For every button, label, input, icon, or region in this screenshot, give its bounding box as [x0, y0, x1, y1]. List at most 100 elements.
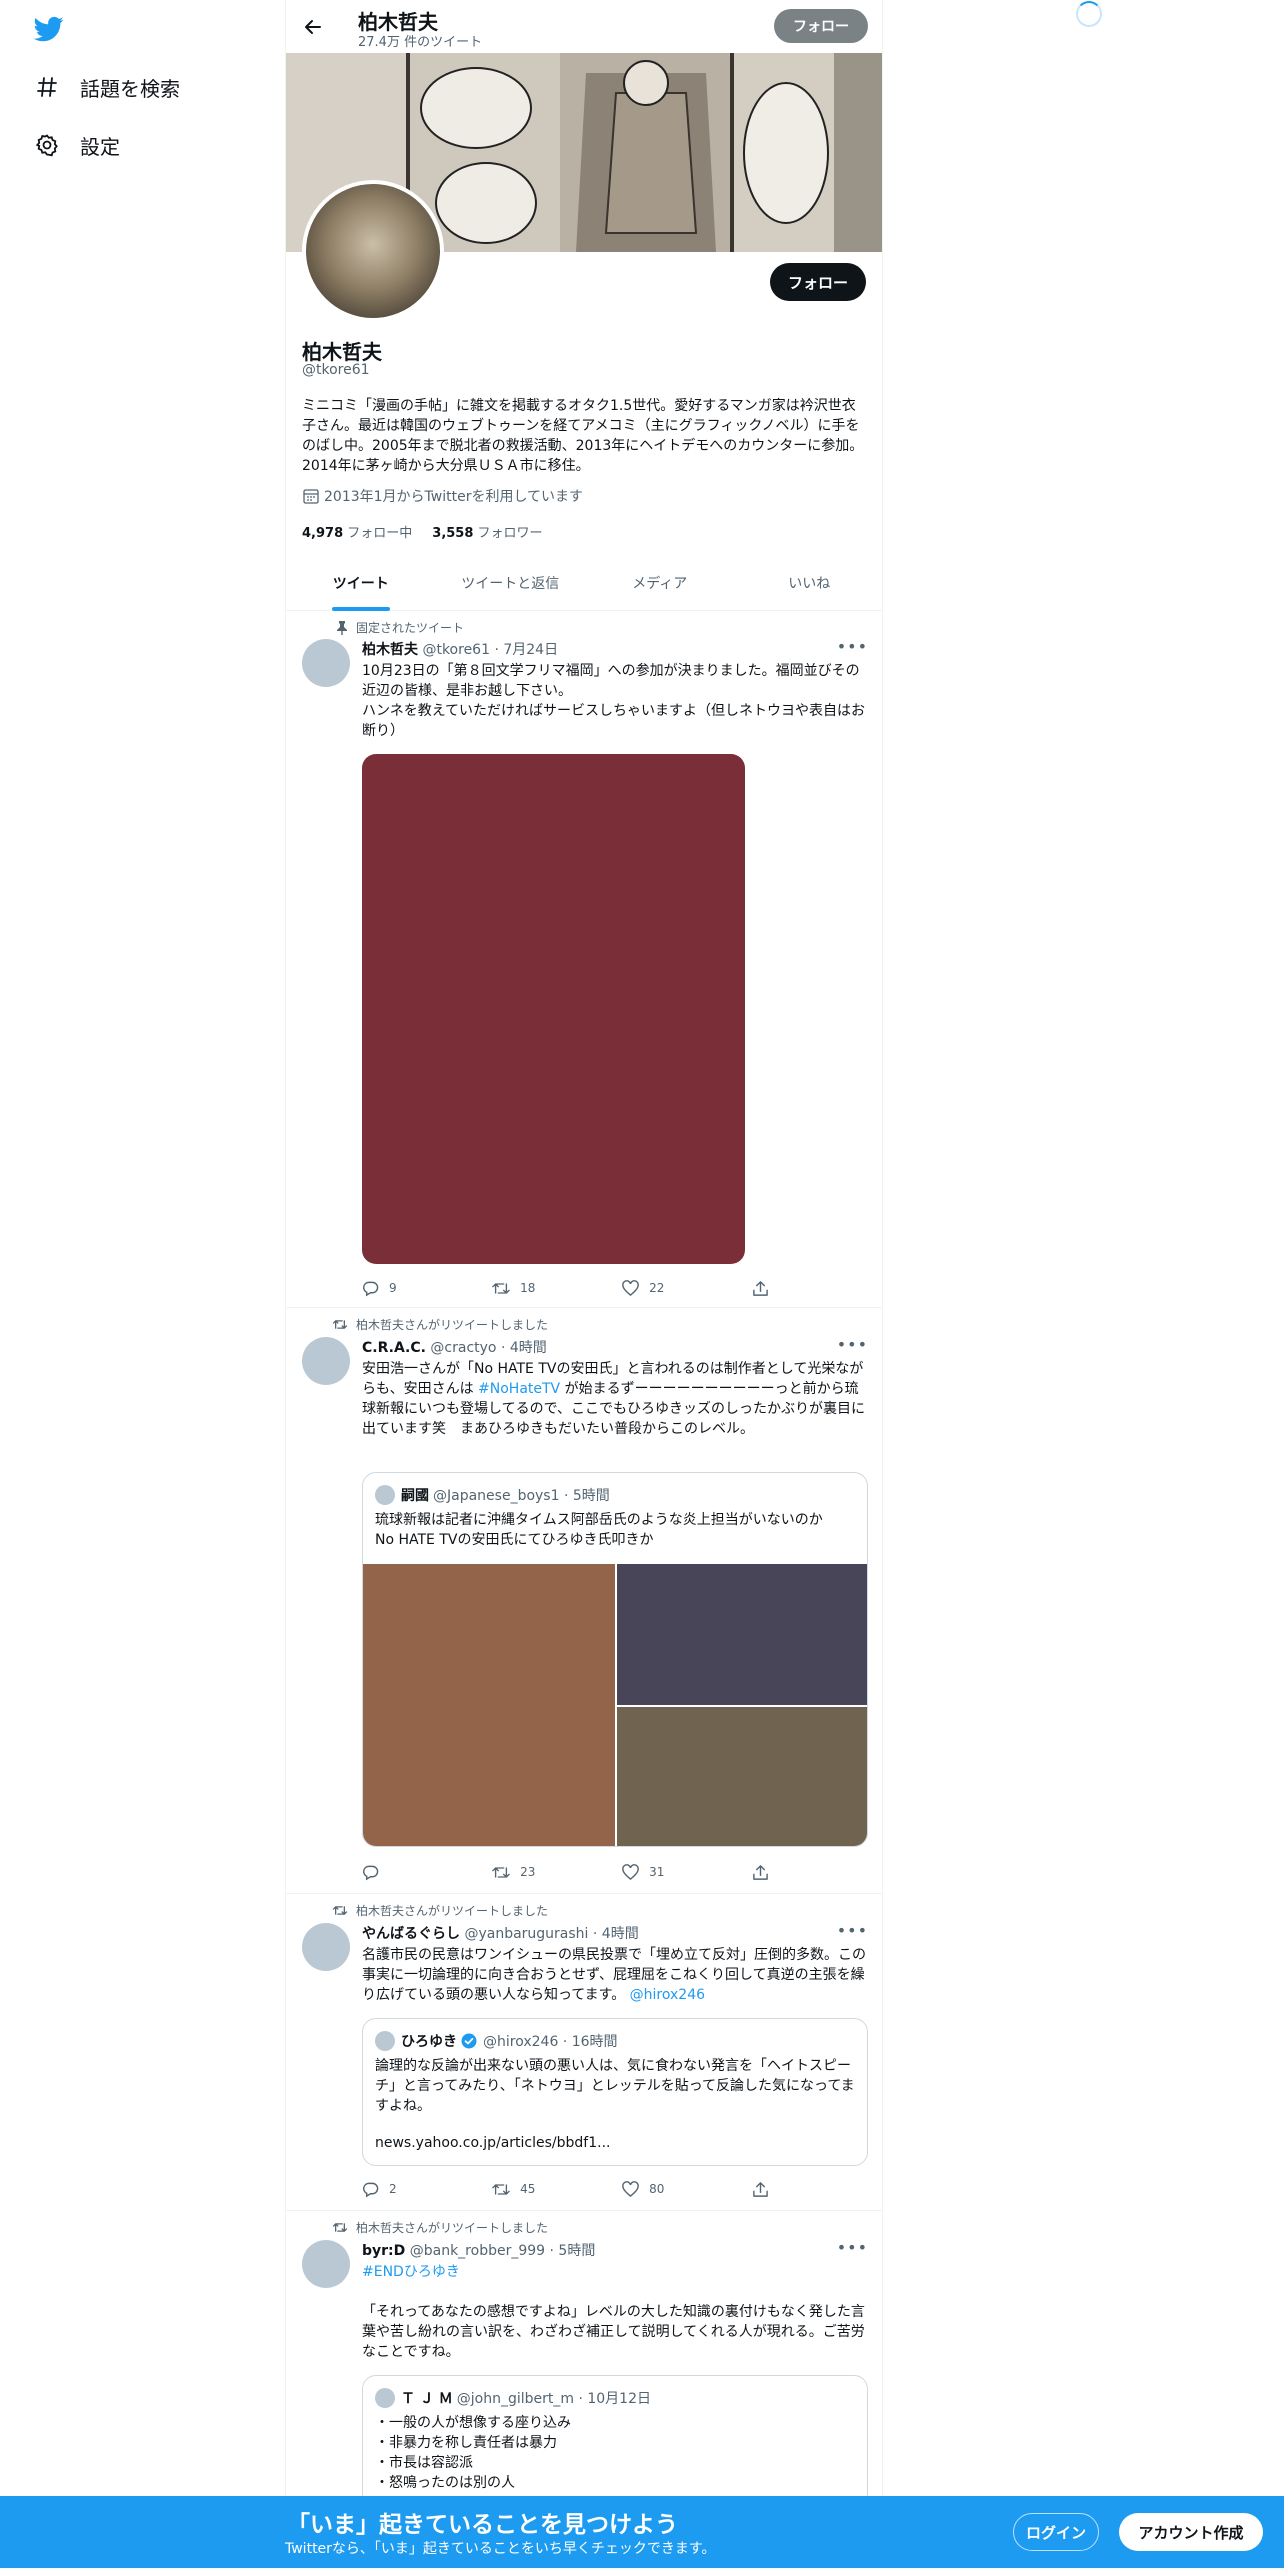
- tweet-text: 「それってあなたの感想ですよね」レベルの大した知識の裏付けもなく発した言葉や苦し…: [362, 2304, 865, 2360]
- profile-joined-date: 2013年1月からTwitterを利用しています: [302, 486, 583, 506]
- quote-avatar: [375, 1485, 395, 1505]
- quote-text: 論理的な反論が出来ない頭の悪い人は、気に食わない発言を「ヘイトスピーチ」と言って…: [375, 2058, 855, 2114]
- quote-line: ・一般の人が想像する座り込み: [375, 2415, 571, 2431]
- more-options-icon[interactable]: •••: [837, 2238, 868, 2257]
- tweet-text: 10月23日の「第８回文学フリマ福岡」への参加が決まりました。福岡並びその近辺の…: [362, 663, 866, 739]
- tweet-text: 名護市民の民意はワンイシューの県民投票で「埋め立て反対」圧倒的多数。この事実に一…: [362, 1947, 866, 2003]
- like-button[interactable]: 80: [622, 2179, 752, 2199]
- signup-banner-title: 「いま」起きていることを見つけよう: [287, 2512, 678, 2538]
- tab-media[interactable]: メディア: [585, 556, 735, 610]
- followers-link[interactable]: 3,558 フォロワー: [432, 526, 542, 541]
- tweet-retweet[interactable]: 柏木哲夫さんがリツイートしました C.R.A.C. @cractyo · 4時間…: [286, 1308, 882, 1894]
- quote-text: 琉球新報は記者に沖縄タイムス阿部岳氏のような炎上担当がいないのか No HATE…: [375, 1512, 823, 1548]
- quote-avatar: [375, 2388, 395, 2408]
- signup-banner-subtitle: Twitterなら、「いま」起きていることをいち早くチェックできます。: [285, 2541, 716, 2557]
- pinned-label: 固定されたツイート: [332, 619, 464, 636]
- reply-button[interactable]: 2: [362, 2179, 492, 2199]
- hashtag-icon: [34, 74, 60, 100]
- tweet-header: やんばるぐらし @yanbarugurashi · 4時間: [362, 1923, 639, 1943]
- tweet-pinned[interactable]: 固定されたツイート 柏木哲夫 @tkore61 · 7月24日 ••• 10月2…: [286, 611, 882, 1308]
- following-link[interactable]: 4,978 フォロー中: [302, 526, 412, 541]
- gear-icon: [34, 132, 60, 158]
- retweet-icon: [332, 2221, 348, 2235]
- joined-label: 2013年1月からTwitterを利用しています: [324, 489, 584, 505]
- login-button[interactable]: ログイン: [1013, 2513, 1099, 2551]
- header-follow-button[interactable]: フォロー: [774, 9, 868, 43]
- more-options-icon[interactable]: •••: [837, 637, 868, 656]
- like-button[interactable]: 22: [622, 1278, 752, 1298]
- tab-likes[interactable]: いいね: [735, 556, 883, 610]
- profile-avatar[interactable]: [302, 180, 444, 322]
- share-icon[interactable]: [752, 2179, 782, 2199]
- tweet-author-name[interactable]: byr:D: [362, 2243, 405, 2259]
- tweet-author-name[interactable]: やんばるぐらし: [362, 1926, 460, 1942]
- profile-timeline: 柏木哲夫 27.4万 件のツイート フォロー フォロー 柏木哲夫 @tkore6…: [285, 0, 883, 2568]
- tweet-avatar[interactable]: [302, 639, 350, 687]
- profile-name: 柏木哲夫: [302, 340, 382, 364]
- share-icon[interactable]: [752, 1862, 782, 1882]
- retweet-button[interactable]: 18: [492, 1278, 622, 1298]
- tweet-retweet[interactable]: 柏木哲夫さんがリツイートしました やんばるぐらし @yanbarugurashi…: [286, 1894, 882, 2211]
- more-options-icon[interactable]: •••: [837, 1921, 868, 1940]
- retweet-button[interactable]: 23: [492, 1862, 622, 1882]
- quote-header: ひろゆき @hirox246 · 16時間: [375, 2031, 618, 2051]
- profile-header-bar: 柏木哲夫 27.4万 件のツイート フォロー: [286, 0, 882, 53]
- signup-banner: 「いま」起きていることを見つけよう Twitterなら、「いま」起きていることを…: [0, 2496, 1284, 2568]
- back-arrow-icon[interactable]: [298, 12, 328, 42]
- mention-link[interactable]: @hirox246: [630, 1987, 705, 2003]
- tweet-handle-time[interactable]: @tkore61 · 7月24日: [422, 642, 558, 658]
- tab-tweets-and-replies[interactable]: ツイートと返信: [436, 556, 586, 610]
- signup-button[interactable]: アカウント作成: [1119, 2513, 1263, 2551]
- loading-spinner: [1076, 1, 1102, 27]
- tweet-author-name[interactable]: 柏木哲夫: [362, 642, 418, 658]
- tab-tweets[interactable]: ツイート: [286, 556, 436, 610]
- quote-link-text[interactable]: news.yahoo.co.jp/articles/bbdf1...: [375, 2133, 859, 2153]
- reply-button[interactable]: [362, 1862, 492, 1882]
- quote-avatar: [375, 2031, 395, 2051]
- quote-line: ・市長は容認派: [375, 2455, 473, 2471]
- like-button[interactable]: 31: [622, 1862, 752, 1882]
- tweet-media-image[interactable]: [362, 754, 745, 1264]
- retweet-icon: [332, 1318, 348, 1332]
- retweet-context: 柏木哲夫さんがリツイートしました: [332, 2219, 548, 2236]
- retweet-button[interactable]: 45: [492, 2179, 622, 2199]
- profile-stats: 4,978 フォロー中 3,558 フォロワー: [302, 522, 543, 541]
- quote-line: ・非暴力を称し責任者は暴力: [375, 2435, 557, 2451]
- tweet-author-name[interactable]: C.R.A.C.: [362, 1340, 426, 1356]
- tweet-actions: 9 18 22: [362, 1278, 782, 1298]
- quote-line: ・怒鳴ったのは別の人: [375, 2475, 515, 2491]
- tweet-handle-time[interactable]: @yanbarugurashi · 4時間: [464, 1926, 638, 1942]
- sidebar-item-label: 設定: [80, 134, 120, 159]
- tweet-handle-time[interactable]: @cractyo · 4時間: [430, 1340, 546, 1356]
- reply-button[interactable]: 9: [362, 1278, 492, 1298]
- more-options-icon[interactable]: •••: [837, 1335, 868, 1354]
- tweet-header: 柏木哲夫 @tkore61 · 7月24日: [362, 639, 558, 659]
- sidebar-item-explore[interactable]: 話題を検索: [34, 62, 180, 112]
- quote-media-image-2[interactable]: [617, 1564, 867, 1705]
- quoted-tweet[interactable]: ひろゆき @hirox246 · 16時間 論理的な反論が出来ない頭の悪い人は、気…: [362, 2018, 868, 2166]
- tweet-avatar[interactable]: [302, 1923, 350, 1971]
- calendar-icon: [302, 487, 320, 505]
- twitter-logo-icon[interactable]: [32, 14, 66, 44]
- quoted-tweet[interactable]: 嗣國 @Japanese_boys1 · 5時間 琉球新報は記者に沖縄タイムス阿部…: [362, 1472, 868, 1847]
- sidebar-item-settings[interactable]: 設定: [34, 120, 120, 170]
- retweet-context: 柏木哲夫さんがリツイートしました: [332, 1316, 548, 1333]
- hashtag-link[interactable]: #ENDひろゆき: [362, 2262, 868, 2282]
- follow-button[interactable]: フォロー: [770, 263, 866, 301]
- quote-media-image-1[interactable]: [363, 1564, 615, 1846]
- tweet-actions: 23 31: [362, 1862, 782, 1882]
- tweet-actions: 2 45 80: [362, 2179, 782, 2199]
- left-sidebar: 話題を検索 設定: [0, 0, 284, 2568]
- quote-header: 嗣國 @Japanese_boys1 · 5時間: [375, 1485, 610, 1505]
- tweet-avatar[interactable]: [302, 1337, 350, 1385]
- avatar-image: [306, 184, 440, 318]
- quote-media-image-3[interactable]: [617, 1707, 867, 1846]
- tweet-avatar[interactable]: [302, 2240, 350, 2288]
- verified-badge-icon: [461, 2033, 477, 2049]
- pin-icon: [332, 620, 348, 635]
- hashtag-link[interactable]: #NoHateTV: [478, 1381, 560, 1397]
- tweet-header: byr:D @bank_robber_999 · 5時間: [362, 2240, 595, 2260]
- tweet-handle-time[interactable]: @bank_robber_999 · 5時間: [410, 2243, 596, 2259]
- share-icon[interactable]: [752, 1278, 782, 1298]
- quote-header: Ｔ Ｊ Ｍ @john_gilbert_m · 10月12日: [375, 2388, 651, 2408]
